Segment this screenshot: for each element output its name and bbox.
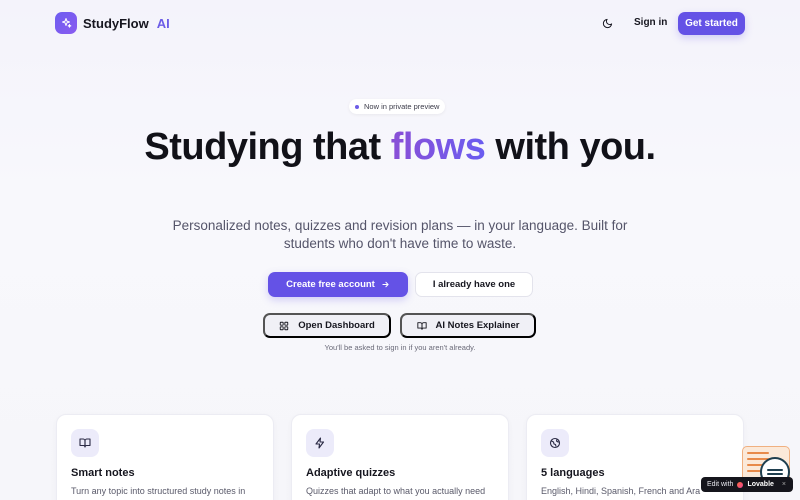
feature-title: Adaptive quizzes: [306, 467, 396, 479]
feature-card-smart-notes: Smart notes Turn any topic into structur…: [56, 414, 274, 500]
feature-title: 5 languages: [541, 467, 605, 479]
arrow-right-icon: [382, 281, 389, 288]
brand-name: StudyFlow: [83, 15, 149, 31]
lightning-icon: [306, 429, 334, 457]
headline-text-1: Studying that: [144, 126, 391, 168]
feature-description: Quizzes that adapt to what you actually …: [306, 486, 486, 496]
sparkles-icon: [55, 12, 77, 34]
lovable-brand-label: Lovable: [747, 481, 774, 488]
book-open-icon: [71, 429, 99, 457]
brand-suffix: AI: [156, 15, 170, 31]
feature-description: Turn any topic into structured study not…: [71, 486, 246, 496]
ai-notes-explainer-label: AI Notes Explainer: [435, 320, 520, 331]
edit-with-lovable-badge[interactable]: Edit with Lovable ×: [701, 477, 793, 492]
feature-title: Smart notes: [71, 467, 135, 479]
preview-badge-label: Now in private preview: [364, 102, 440, 111]
edit-badge-label: Edit with: [707, 481, 734, 488]
open-dashboard-button[interactable]: Open Dashboard: [263, 313, 391, 338]
headline-text-2: with you.: [485, 126, 656, 168]
preview-badge: Now in private preview: [349, 99, 446, 114]
open-dashboard-label: Open Dashboard: [298, 320, 375, 331]
status-dot: [355, 104, 359, 109]
hero-subhead: Personalized notes, quizzes and revision…: [172, 218, 628, 251]
book-open-icon: [416, 321, 427, 330]
create-account-button[interactable]: Create free account: [268, 272, 408, 297]
globe-icon: [541, 429, 569, 457]
moon-icon[interactable]: [600, 16, 614, 30]
dashboard-grid-icon: [280, 321, 289, 330]
create-account-label: Create free account: [286, 279, 375, 290]
headline-accent: flows: [390, 126, 486, 168]
existing-account-button[interactable]: I already have one: [415, 272, 533, 297]
top-nav: StudyFlow AI Sign in Get started: [0, 0, 800, 46]
lovable-heart-icon: [737, 481, 744, 488]
hero-headline: Studying that flows with you.: [0, 127, 800, 167]
sign-in-hint: You'll be asked to sign in if you aren't…: [324, 343, 476, 352]
feature-card-adaptive-quizzes: Adaptive quizzes Quizzes that adapt to w…: [291, 414, 509, 500]
sign-in-link[interactable]: Sign in: [634, 17, 667, 28]
close-icon[interactable]: ×: [782, 481, 786, 488]
ai-notes-explainer-button[interactable]: AI Notes Explainer: [400, 313, 536, 338]
brand-logo[interactable]: StudyFlow AI: [55, 12, 170, 34]
get-started-button[interactable]: Get started: [678, 12, 745, 35]
